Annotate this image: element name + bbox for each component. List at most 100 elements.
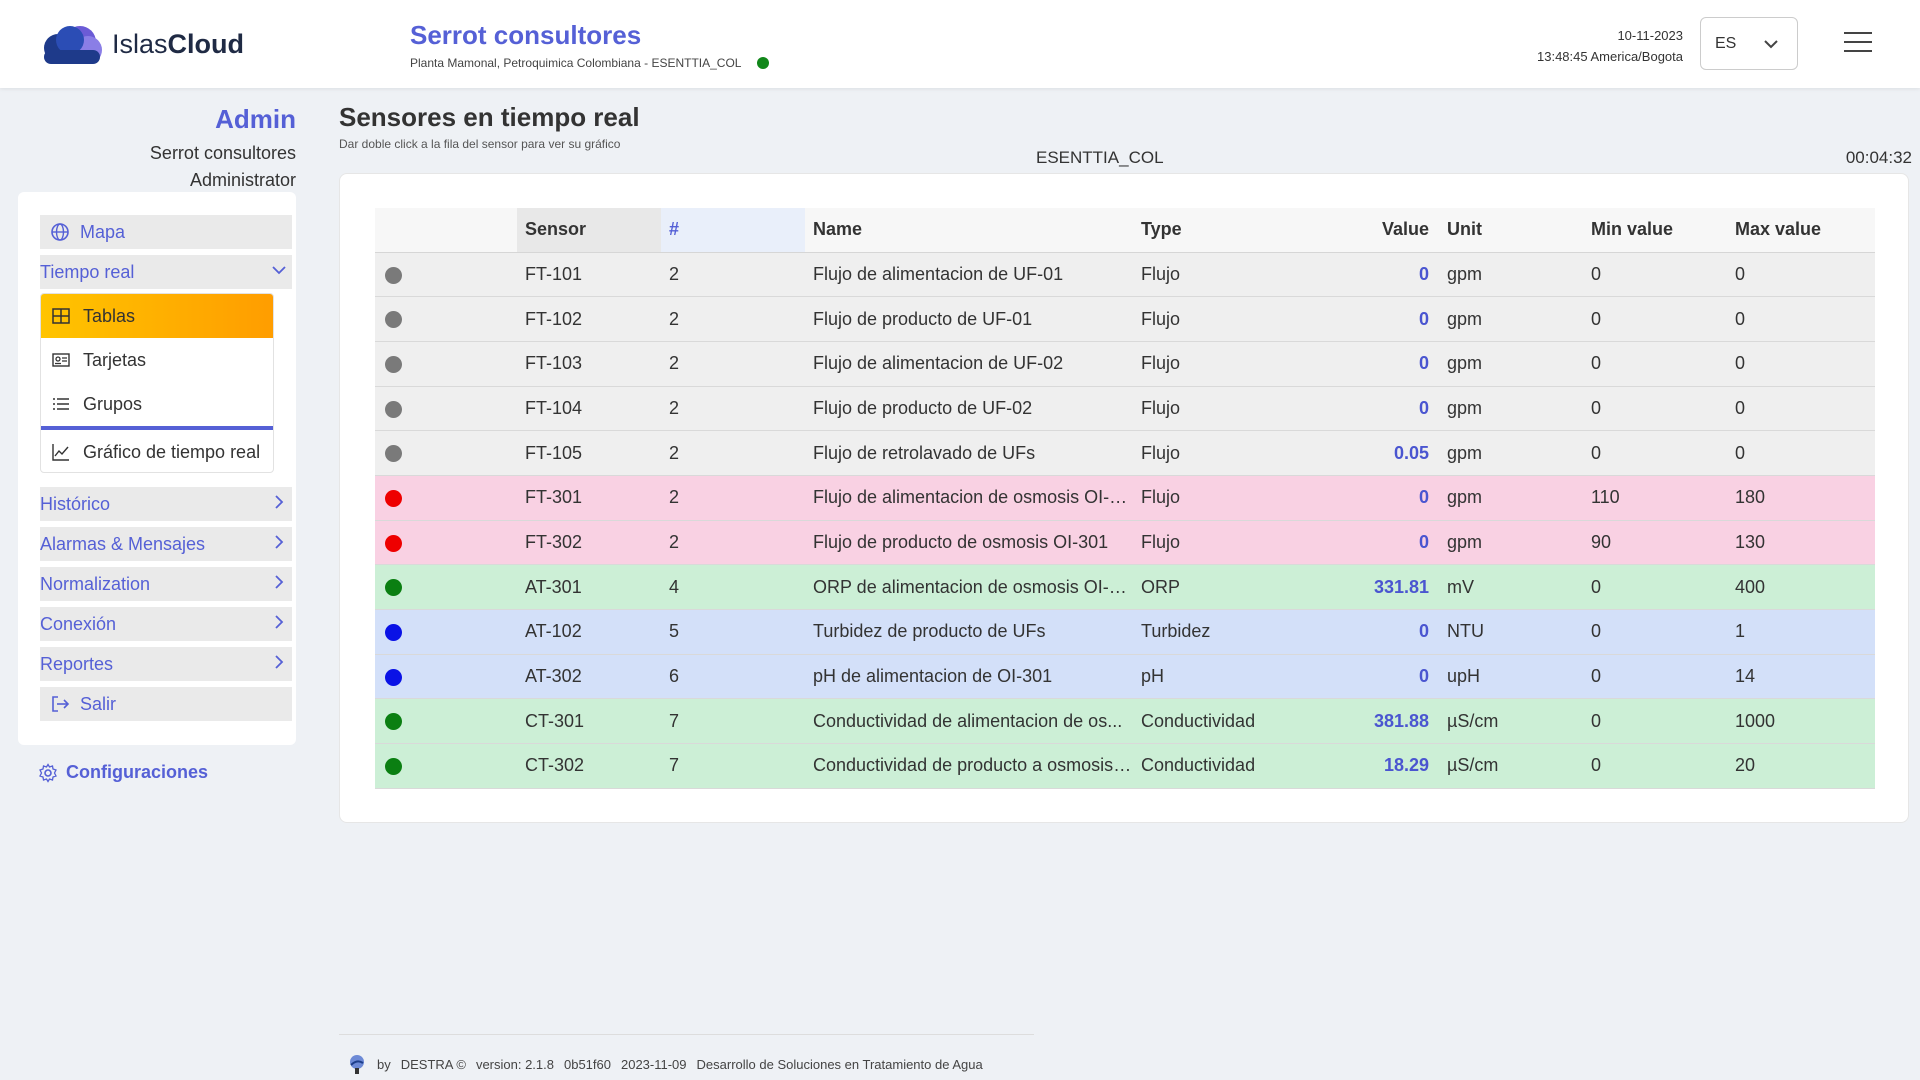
cell-value-text: 0 [1418, 666, 1429, 687]
cell-min-text: 0 [1591, 442, 1602, 463]
cell-name: Flujo de retrolavado de UFs [805, 430, 1133, 476]
user-role: Admin [215, 104, 296, 134]
table-row[interactable]: CT-301 7 Conductividad de alimentacion de … [375, 698, 1875, 745]
logo-text: IslasCloud [112, 28, 245, 59]
configuraciones-link[interactable]: Configuraciones [38, 762, 208, 783]
cell-min-text: 0 [1591, 308, 1602, 329]
cell-sensor: AT-102 [517, 609, 661, 655]
cell-unit: gpm [1443, 252, 1587, 298]
cell-sensor: FT-104 [517, 386, 661, 432]
cell-value: 0 [1303, 296, 1443, 342]
footer-commit: 0b51f60 [563, 1056, 611, 1072]
table-row[interactable]: FT-101 2 Flujo de alimentacion de UF-01 Flu… [375, 252, 1875, 298]
cell-max-text: 0 [1735, 442, 1746, 463]
cell-type: Flujo [1133, 520, 1303, 566]
chevron-down-icon [1764, 39, 1778, 48]
cell-sensor: CT-301 [517, 698, 661, 745]
cell-unit: NTU [1443, 609, 1587, 655]
table-row[interactable]: FT-302 2 Flujo de producto de osmosis OI-3… [375, 520, 1875, 566]
column-header-min[interactable]: Min value [1587, 208, 1731, 253]
table-row[interactable]: FT-104 2 Flujo de producto de UF-02 Flujo 0 g… [375, 386, 1875, 432]
cell-num: 2 [661, 296, 805, 342]
cell-num-text: 2 [669, 487, 680, 508]
cell-num: 6 [661, 654, 805, 700]
cell-num: 2 [661, 252, 805, 298]
column-header-sensor[interactable]: Sensor [517, 208, 661, 253]
submenu-item-grupos[interactable]: Grupos [41, 382, 273, 426]
cell-type-text: Conductividad [1141, 755, 1256, 776]
table-row[interactable]: FT-301 2 Flujo de alimentacion de osmosis … [375, 475, 1875, 521]
plant-subtitle-text: Planta Mamonal, Petroquimica Colombiana … [410, 56, 742, 70]
cell-name-text: Turbidez de producto de UFs [813, 621, 1046, 642]
current-time-zone: 13:48:45 America/Bogota [1537, 49, 1683, 64]
column-header-value[interactable]: Value [1303, 208, 1443, 253]
cell-min: 0 [1587, 386, 1731, 432]
sidebar-item-alarmas[interactable]: Alarmas & Mensajes [40, 527, 292, 561]
table-row[interactable]: CT-302 7 Conductividad de producto a osmos… [375, 743, 1875, 789]
cell-sensor: AT-302 [517, 654, 661, 700]
islascloud-logo[interactable]: IslasCloud [34, 20, 244, 68]
cell-min: 0 [1587, 654, 1731, 700]
cell-max-text: 400 [1735, 576, 1766, 597]
cell-value: 381.88 [1303, 698, 1443, 745]
cell-sensor-text: FT-102 [525, 308, 583, 329]
sidebar-nav: Mapa Tiempo real Tablas Tarjetas Grupos … [18, 192, 296, 745]
sidebar-item-conexion[interactable]: Conexión [40, 607, 292, 641]
language-select[interactable]: ES [1700, 17, 1798, 70]
column-header-status[interactable] [375, 208, 517, 253]
cell-min: 0 [1587, 564, 1731, 610]
sidebar-item-tiempo-real[interactable]: Tiempo real [40, 255, 292, 289]
id-card-icon [52, 353, 70, 367]
user-organization: Serrot consultores [149, 143, 296, 163]
column-header-max[interactable]: Max value [1731, 208, 1875, 253]
hamburger-menu-icon[interactable] [1844, 32, 1872, 54]
cell-sensor-text: FT-103 [525, 353, 583, 374]
table-header-row: Sensor # Name Type Value Unit Min value … [375, 208, 1875, 253]
table-row[interactable]: AT-302 6 pH de alimentacion de OI-301 pH 0 up… [375, 654, 1875, 700]
column-header-name[interactable]: Name [805, 208, 1133, 253]
cell-name: Flujo de alimentacion de UF-02 [805, 341, 1133, 387]
user-info: Admin Serrot consultores Administrator [0, 104, 296, 191]
cell-max-text: 0 [1735, 397, 1746, 418]
submenu-item-grafico[interactable]: Gráfico de tiempo real [41, 430, 273, 472]
table-row[interactable]: AT-301 4 ORP de alimentacion de osmosis OI… [375, 564, 1875, 610]
sidebar-item-historico[interactable]: Histórico [40, 487, 292, 521]
submenu-item-label: Tarjetas [83, 349, 147, 370]
cell-unit: µS/cm [1443, 743, 1587, 789]
submenu-item-tarjetas[interactable]: Tarjetas [41, 338, 273, 382]
table-row[interactable]: FT-105 2 Flujo de retrolavado de UFs Flujo 0… [375, 430, 1875, 476]
cell-unit: gpm [1443, 386, 1587, 432]
submenu-item-tablas[interactable]: Tablas [41, 294, 273, 338]
sensors-table-card: Sensor # Name Type Value Unit Min value … [339, 173, 1909, 823]
table-row[interactable]: FT-102 2 Flujo de producto de UF-01 Flujo 0 g… [375, 296, 1875, 342]
cell-value-text: 0.05 [1393, 442, 1429, 463]
sidebar-item-label: Alarmas & Mensajes [40, 533, 206, 554]
cell-name-text: Flujo de retrolavado de UFs [813, 442, 1036, 463]
cell-sensor-text: FT-101 [525, 263, 583, 284]
cell-max-text: 180 [1735, 487, 1766, 508]
table-row[interactable]: FT-103 2 Flujo de alimentacion de UF-02 Flu… [375, 341, 1875, 387]
column-header-num[interactable]: # [661, 208, 805, 253]
column-header-unit[interactable]: Unit [1443, 208, 1587, 253]
cell-type-text: Flujo [1141, 353, 1181, 374]
cell-min-text: 110 [1591, 487, 1620, 508]
sidebar-item-salir[interactable]: Salir [40, 687, 292, 721]
status-dot [385, 713, 402, 731]
cell-min-text: 0 [1591, 576, 1602, 597]
cell-name: Flujo de producto de UF-02 [805, 386, 1133, 432]
cell-sensor-text: AT-102 [525, 621, 582, 642]
status-dot [385, 758, 402, 776]
sidebar-item-normalization[interactable]: Normalization [40, 567, 292, 601]
cell-num-text: 2 [669, 531, 680, 552]
column-header-type[interactable]: Type [1133, 208, 1303, 253]
cell-type: Flujo [1133, 386, 1303, 432]
table-row[interactable]: AT-102 5 Turbidez de producto de UFs Turbid… [375, 609, 1875, 655]
cell-num-text: 2 [669, 308, 680, 329]
cell-min: 0 [1587, 609, 1731, 655]
sidebar-item-reportes[interactable]: Reportes [40, 647, 292, 681]
cell-name-text: Flujo de alimentacion de UF-01 [813, 263, 1064, 284]
cell-sensor: AT-301 [517, 564, 661, 610]
cell-unit: gpm [1443, 296, 1587, 342]
destra-logo-icon [350, 1055, 364, 1074]
sidebar-item-mapa[interactable]: Mapa [40, 215, 292, 249]
